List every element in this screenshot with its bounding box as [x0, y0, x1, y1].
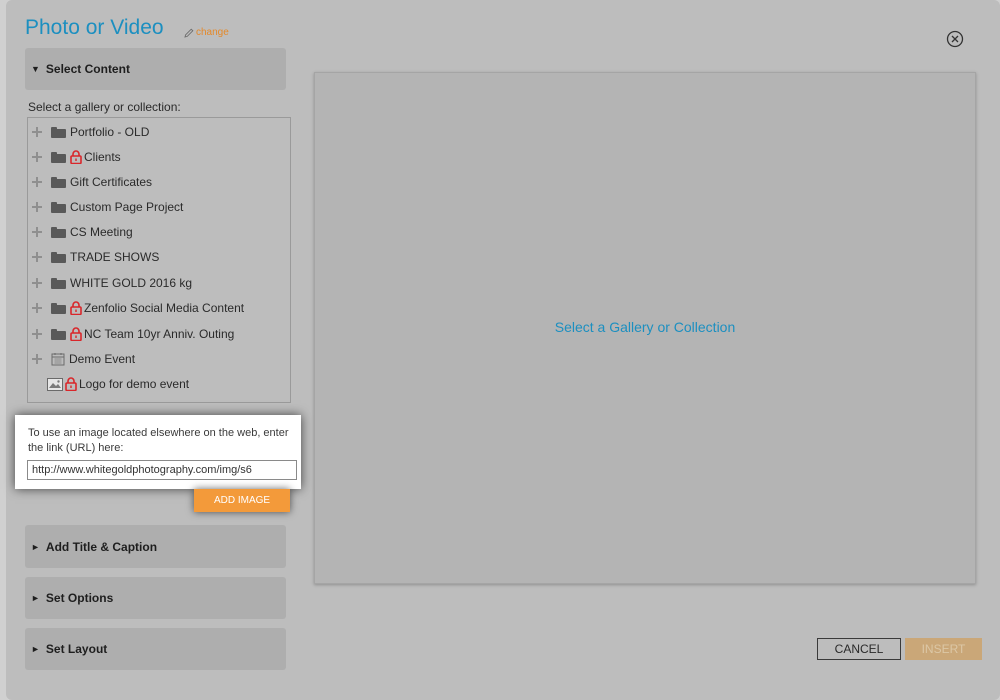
lock-icon	[70, 301, 82, 315]
expand-icon[interactable]	[32, 227, 42, 237]
image-url-input[interactable]	[27, 460, 297, 480]
section-set-options-label: Set Options	[45, 591, 114, 605]
folder-icon	[51, 226, 66, 238]
expand-icon[interactable]	[32, 303, 42, 313]
tree-item-label: Logo for demo event	[79, 377, 190, 391]
tree-item-label: Portfolio - OLD	[70, 125, 150, 139]
folder-icon	[51, 277, 66, 289]
tree-item-label: TRADE SHOWS	[70, 250, 160, 264]
triangle-down-icon: ▼	[31, 64, 40, 74]
gallery-tree[interactable]: Portfolio - OLD Clients Gift Certificate…	[27, 117, 291, 403]
pencil-icon	[184, 28, 194, 38]
tree-item-gift-certificates[interactable]: Gift Certificates	[28, 172, 152, 192]
calendar-icon	[51, 352, 65, 366]
tree-item-zenfolio-social[interactable]: Zenfolio Social Media Content	[28, 298, 244, 318]
tree-item-clients[interactable]: Clients	[28, 147, 121, 167]
section-add-title-caption-label: Add Title & Caption	[45, 539, 158, 554]
cancel-button[interactable]: CANCEL	[817, 638, 901, 660]
add-image-button[interactable]: ADD IMAGE	[194, 489, 290, 512]
tree-item-label: NC Team 10yr Anniv. Outing	[84, 327, 235, 341]
tree-item-label: CS Meeting	[70, 225, 133, 239]
expand-icon[interactable]	[32, 329, 42, 339]
insert-button[interactable]: INSERT	[905, 638, 982, 660]
change-label: change	[196, 27, 229, 38]
triangle-right-icon: ►	[31, 541, 40, 552]
folder-icon	[51, 126, 66, 138]
tree-item-white-gold-2016[interactable]: WHITE GOLD 2016 kg	[28, 273, 192, 293]
close-icon	[946, 30, 964, 48]
folder-icon	[51, 251, 66, 263]
tree-item-nc-team[interactable]: NC Team 10yr Anniv. Outing	[28, 324, 234, 344]
tree-label: Select a gallery or collection:	[28, 100, 181, 114]
close-button[interactable]	[946, 30, 964, 48]
folder-icon	[51, 151, 66, 163]
expand-icon[interactable]	[32, 202, 42, 212]
lock-icon	[70, 327, 82, 341]
image-icon	[47, 377, 63, 391]
expand-icon[interactable]	[32, 152, 42, 162]
preview-message: Select a Gallery or Collection	[554, 319, 736, 335]
url-panel: To use an image located elsewhere on the…	[15, 415, 301, 489]
tree-item-logo-demo[interactable]: Logo for demo event	[47, 374, 189, 394]
tree-item-label: Custom Page Project	[70, 200, 184, 214]
url-instructions: To use an image located elsewhere on the…	[28, 427, 289, 454]
section-set-options[interactable]: ► Set Options	[25, 577, 286, 619]
section-set-layout[interactable]: ► Set Layout	[25, 628, 286, 670]
folder-icon	[51, 201, 66, 213]
tree-item-label: WHITE GOLD 2016 kg	[70, 276, 193, 290]
section-select-content-label: Select Content	[45, 62, 130, 76]
lock-icon	[65, 377, 77, 391]
section-add-title-caption[interactable]: ► Add Title & Caption	[25, 525, 286, 568]
expand-icon[interactable]	[32, 278, 42, 288]
expand-icon[interactable]	[32, 252, 42, 262]
tree-item-cs-meeting[interactable]: CS Meeting	[28, 222, 133, 242]
triangle-right-icon: ►	[31, 593, 40, 603]
expand-icon[interactable]	[32, 127, 42, 137]
section-select-content[interactable]: ▼ Select Content	[25, 48, 286, 90]
expand-icon[interactable]	[32, 354, 42, 364]
tree-item-label: Clients	[84, 150, 121, 164]
dialog-title: Photo or Video	[25, 16, 164, 39]
change-link[interactable]: change	[184, 27, 229, 38]
lock-icon	[70, 150, 82, 164]
folder-icon	[51, 302, 66, 314]
tree-item-custom-page-project[interactable]: Custom Page Project	[28, 197, 183, 217]
folder-icon	[51, 328, 66, 340]
section-set-layout-label: Set Layout	[45, 642, 108, 656]
tree-item-label: Gift Certificates	[70, 175, 153, 189]
tree-item-label: Demo Event	[69, 352, 136, 366]
tree-item-demo-event[interactable]: Demo Event	[28, 349, 135, 369]
tree-item-label: Zenfolio Social Media Content	[84, 301, 245, 315]
expand-icon[interactable]	[32, 177, 42, 187]
tree-item-trade-shows[interactable]: TRADE SHOWS	[28, 247, 159, 267]
tree-item-portfolio-old[interactable]: Portfolio - OLD	[28, 122, 149, 142]
folder-icon	[51, 176, 66, 188]
preview-area: Select a Gallery or Collection	[314, 72, 976, 584]
triangle-right-icon: ►	[31, 644, 40, 654]
